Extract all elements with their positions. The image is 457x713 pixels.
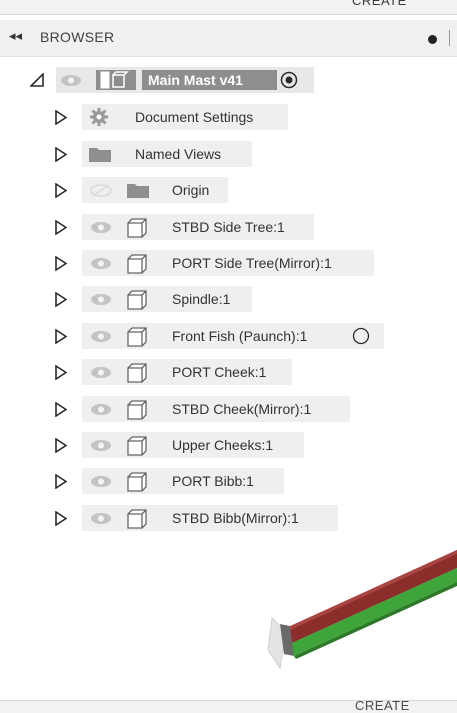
tree-item-label: Spindle:1	[172, 291, 231, 307]
tree-item-component[interactable]: STBD Cheek(Mirror):1	[0, 396, 457, 422]
component-icon	[127, 400, 147, 420]
tree-item-label: PORT Side Tree(Mirror):1	[172, 255, 332, 271]
browser-header: ◂◂ BROWSER	[0, 20, 457, 57]
activate-radio-icon[interactable]	[352, 327, 370, 345]
collapsed-triangle-icon[interactable]	[55, 147, 67, 162]
component-icon	[127, 254, 147, 274]
tree-item-label: PORT Cheek:1	[172, 364, 267, 380]
eye-icon[interactable]	[90, 330, 112, 343]
component-icon	[127, 363, 147, 383]
tree-item-label: Front Fish (Paunch):1	[172, 328, 308, 344]
tree-root-row[interactable]: Main Mast v41	[0, 67, 457, 93]
collapsed-triangle-icon[interactable]	[55, 256, 67, 271]
collapsed-triangle-icon[interactable]	[55, 329, 67, 344]
tree-item-label: STBD Cheek(Mirror):1	[172, 401, 312, 417]
panel-divider[interactable]	[449, 30, 450, 46]
tree-item-label: Named Views	[135, 146, 222, 162]
component-icon	[127, 472, 147, 492]
eye-icon[interactable]	[90, 512, 112, 525]
top-toolbar-strip: CREATE	[0, 0, 457, 15]
component-icon	[127, 218, 147, 238]
collapsed-triangle-icon[interactable]	[55, 511, 67, 526]
collapsed-triangle-icon[interactable]	[55, 402, 67, 417]
collapsed-triangle-icon[interactable]	[55, 110, 67, 125]
component-icon	[127, 290, 147, 310]
eye-hidden-icon[interactable]	[90, 184, 112, 197]
tree-item-label: STBD Bibb(Mirror):1	[172, 510, 299, 526]
tree-item-component[interactable]: STBD Side Tree:1	[0, 214, 457, 240]
component-icon	[127, 509, 147, 529]
folder-icon	[127, 184, 149, 198]
eye-icon[interactable]	[90, 293, 112, 306]
tree-item-label: Upper Cheeks:1	[172, 437, 274, 453]
create-menu-label[interactable]: CREATE	[355, 701, 410, 713]
tree-item-label: STBD Side Tree:1	[172, 219, 285, 235]
eye-icon[interactable]	[60, 74, 82, 87]
tree-item-document-settings[interactable]: Document Settings	[0, 104, 457, 130]
create-menu-label[interactable]: CREATE	[352, 0, 407, 8]
tree-item-component[interactable]: PORT Cheek:1	[0, 359, 457, 385]
mast-3d-model[interactable]	[250, 540, 457, 690]
eye-icon[interactable]	[90, 257, 112, 270]
tree-item-label: Origin	[172, 182, 210, 198]
assembly-icon	[100, 71, 129, 89]
folder-icon	[89, 148, 111, 162]
component-icon	[127, 436, 147, 456]
tree-item-label: PORT Bibb:1	[172, 473, 254, 489]
tree-item-component[interactable]: PORT Bibb:1	[0, 468, 457, 494]
browser-title: BROWSER	[40, 29, 115, 45]
collapsed-triangle-icon[interactable]	[55, 220, 67, 235]
collapsed-triangle-icon[interactable]	[55, 438, 67, 453]
component-icon	[127, 327, 147, 347]
eye-icon[interactable]	[90, 403, 112, 416]
tree-item-component[interactable]: Upper Cheeks:1	[0, 432, 457, 458]
collapsed-triangle-icon[interactable]	[55, 292, 67, 307]
expanded-triangle-icon[interactable]	[30, 73, 44, 87]
eye-icon[interactable]	[90, 366, 112, 379]
tree-item-component[interactable]: Front Fish (Paunch):1	[0, 323, 457, 349]
eye-icon[interactable]	[90, 439, 112, 452]
tree-item-origin[interactable]: Origin	[0, 177, 457, 203]
collapsed-triangle-icon[interactable]	[55, 365, 67, 380]
collapsed-triangle-icon[interactable]	[55, 183, 67, 198]
root-label[interactable]: Main Mast v41	[148, 72, 243, 88]
tree-item-component[interactable]: Spindle:1	[0, 286, 457, 312]
gear-icon	[90, 108, 108, 126]
collapsed-triangle-icon[interactable]	[55, 474, 67, 489]
tree-item-component[interactable]: PORT Side Tree(Mirror):1	[0, 250, 457, 276]
tree-item-label: Document Settings	[135, 109, 254, 125]
eye-icon[interactable]	[90, 221, 112, 234]
tree-item-named-views[interactable]: Named Views	[0, 141, 457, 167]
activate-radio-icon[interactable]	[280, 71, 298, 89]
tree-item-component[interactable]: STBD Bibb(Mirror):1	[0, 505, 457, 531]
pin-dot-icon[interactable]	[428, 35, 437, 44]
bottom-toolbar-strip: CREATE	[0, 700, 457, 713]
eye-icon[interactable]	[90, 475, 112, 488]
double-chevron-left-icon[interactable]: ◂◂	[9, 28, 22, 44]
